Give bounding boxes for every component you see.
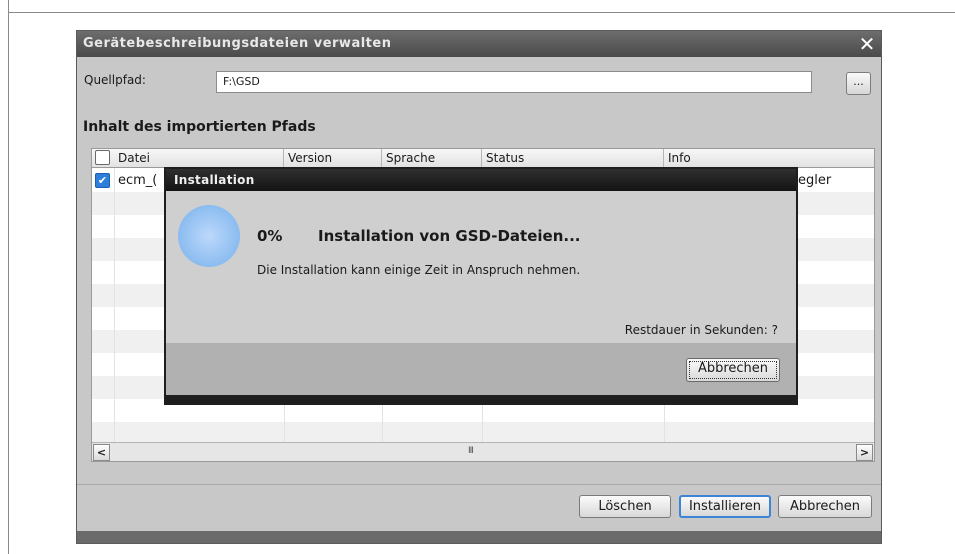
popup-cancel-button[interactable]: Abbrechen <box>686 358 780 382</box>
popup-bottom-strip <box>166 395 796 403</box>
grid-divider <box>114 168 115 444</box>
progress-spinner-icon <box>178 205 240 267</box>
cell-info: egler <box>798 173 832 188</box>
installation-note: Die Installation kann einige Zeit in Ans… <box>257 263 581 277</box>
column-header-status[interactable]: Status <box>482 149 664 168</box>
popup-footer: Abbrechen <box>166 343 796 397</box>
source-path-label: Quellpfad: <box>84 73 146 87</box>
column-header-version[interactable]: Version <box>284 149 382 168</box>
source-path-input[interactable]: F:\GSD <box>216 71 812 93</box>
remaining-time: Restdauer in Sekunden: ? <box>624 323 778 337</box>
dialog-bottom-strip <box>77 531 881 543</box>
delete-button[interactable]: Löschen <box>579 495 671 518</box>
footer-divider <box>77 484 881 485</box>
cell-file: ecm_( <box>118 173 158 188</box>
column-header-file[interactable]: Datei <box>114 149 284 168</box>
column-header-info[interactable]: Info <box>664 149 874 168</box>
row-checkbox[interactable]: ✔ <box>95 173 110 188</box>
install-button[interactable]: Installieren <box>679 495 771 518</box>
window-edge-left <box>8 0 9 554</box>
window-edge-top <box>8 12 955 13</box>
section-title: Inhalt des importierten Pfads <box>83 119 316 135</box>
dialog-title: Gerätebeschreibungsdateien verwalten <box>77 31 881 57</box>
table-header: Datei Version Sprache Status Info <box>92 149 874 168</box>
cancel-button[interactable]: Abbrechen <box>778 495 872 518</box>
select-all-checkbox[interactable] <box>95 150 110 165</box>
horizontal-scrollbar[interactable]: < III > <box>92 442 874 461</box>
installation-popup: Installation 0% Installation von GSD-Dat… <box>164 167 798 405</box>
column-header-language[interactable]: Sprache <box>382 149 482 168</box>
scrollbar-grip-icon[interactable]: III <box>468 446 474 456</box>
popup-title: Installation <box>166 169 796 191</box>
progress-percent: 0% <box>257 227 283 245</box>
installation-heading: Installation von GSD-Dateien... <box>318 227 581 245</box>
scroll-left-icon[interactable]: < <box>93 444 110 461</box>
browse-button[interactable]: ... <box>846 72 871 95</box>
scroll-right-icon[interactable]: > <box>856 444 873 461</box>
close-icon[interactable]: ✕ <box>855 32 879 56</box>
